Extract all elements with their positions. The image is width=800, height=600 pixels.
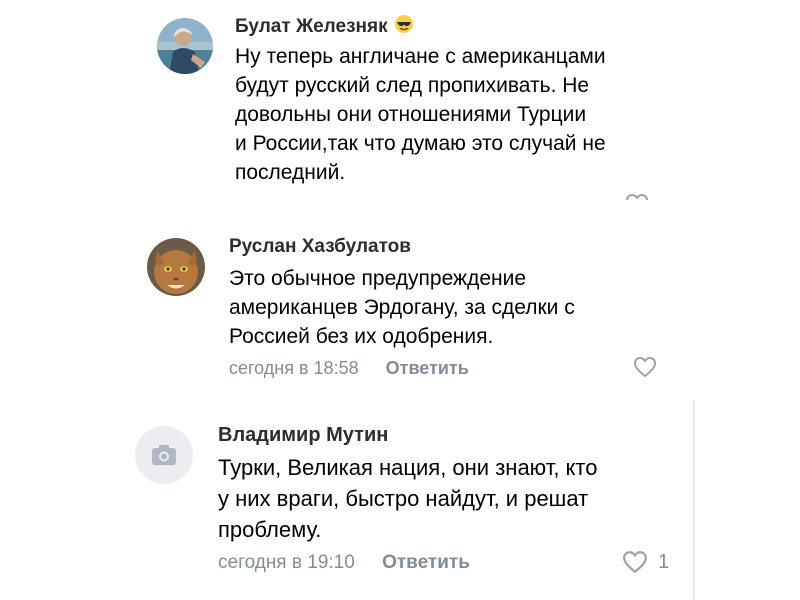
comment-meta: сегодня в 19:10 Ответить <box>218 552 470 574</box>
comment-text-line: последний. <box>235 161 346 184</box>
comment-text-line: и России,так что думаю это случай не <box>235 132 606 155</box>
comment-text-line: у них враги, быстро найдут, и решат <box>218 486 589 511</box>
comment-timestamp[interactable]: сегодня в 19:10 <box>218 552 355 573</box>
scroll-edge-divider <box>693 400 695 600</box>
comment: Владимир Мутин Турки, Великая нация, они… <box>132 412 692 582</box>
comment-text: Ну теперь англичане с американцами будут… <box>235 42 665 187</box>
comment-author[interactable]: Булат Железняк <box>235 14 414 40</box>
heart-outline-icon <box>625 193 649 200</box>
comment: Руслан Хазбулатов Это обычное предупрежд… <box>145 222 665 387</box>
comment-author[interactable]: Владимир Мутин <box>218 424 388 447</box>
like-button[interactable]: 1 <box>622 550 669 574</box>
like-button[interactable] <box>625 193 649 200</box>
heart-outline-icon <box>633 356 657 378</box>
comment-text-line: Это обычное предупреждение <box>229 267 527 290</box>
like-button[interactable] <box>633 356 657 378</box>
avatar[interactable] <box>135 426 193 484</box>
comment-text-line: довольны они отношениями Турции <box>235 103 587 126</box>
comment-text: Это обычное предупреждение американцев Э… <box>229 264 649 351</box>
reply-button[interactable]: Ответить <box>386 358 469 378</box>
comment-text: Турки, Великая нация, они знают, кто у н… <box>218 452 678 545</box>
comment-text-line: проблему. <box>218 517 322 542</box>
comment-timestamp[interactable]: сегодня в 18:58 <box>229 358 359 378</box>
author-name[interactable]: Булат Железняк <box>235 16 388 37</box>
comment-text-line: американцев Эрдогану, за сделки с <box>229 296 575 319</box>
comment-text-line: будут русский след пропихивать. Не <box>235 74 590 97</box>
comments-page: Булат Железняк Ну теперь англичане с аме… <box>0 0 800 600</box>
sunglasses-emoji-icon <box>394 14 414 40</box>
comment-author[interactable]: Руслан Хазбулатов <box>229 236 411 258</box>
camera-icon <box>152 445 176 465</box>
comment: Булат Железняк Ну теперь англичане с аме… <box>155 0 675 200</box>
comment-text-line: Турки, Великая нация, они знают, кто <box>218 455 598 480</box>
comment-meta: сегодня в 18:58 Ответить <box>229 358 469 379</box>
avatar[interactable] <box>147 238 205 296</box>
heart-outline-icon <box>623 551 647 574</box>
comment-text-line: Ну теперь англичане с американцами <box>235 45 606 68</box>
comment-text-line: Россией без их одобрения. <box>229 325 494 348</box>
like-count: 1 <box>658 550 670 573</box>
reply-button[interactable]: Ответить <box>382 552 470 573</box>
avatar[interactable] <box>157 18 213 74</box>
